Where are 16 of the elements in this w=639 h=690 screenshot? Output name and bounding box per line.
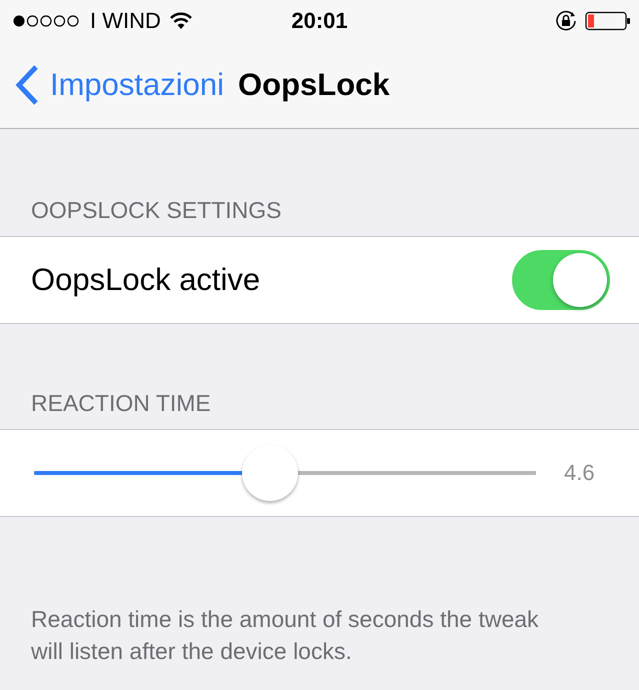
carrier-name: I WIND xyxy=(90,8,161,34)
back-label: Impostazioni xyxy=(50,67,224,103)
setting-label: OopsLock active xyxy=(31,262,262,298)
section-header: OOPSLOCK SETTINGS xyxy=(30,197,282,225)
battery-icon xyxy=(585,11,631,31)
clock-time: 20:01 xyxy=(291,8,348,34)
wifi-icon xyxy=(168,12,193,30)
slider-value: 4.6 xyxy=(564,460,596,486)
section-header: REACTION TIME xyxy=(30,390,212,418)
back-button[interactable]: Impostazioni xyxy=(14,64,224,106)
slider-thumb[interactable] xyxy=(242,445,298,501)
page-title: OopsLock xyxy=(238,67,390,103)
toggle-switch[interactable] xyxy=(512,250,610,310)
footer-note: Reaction time is the amount of seconds the tweak will listen after the device locks. xyxy=(30,605,540,666)
chevron-left-icon xyxy=(14,64,40,106)
rotation-lock-icon xyxy=(555,10,577,32)
